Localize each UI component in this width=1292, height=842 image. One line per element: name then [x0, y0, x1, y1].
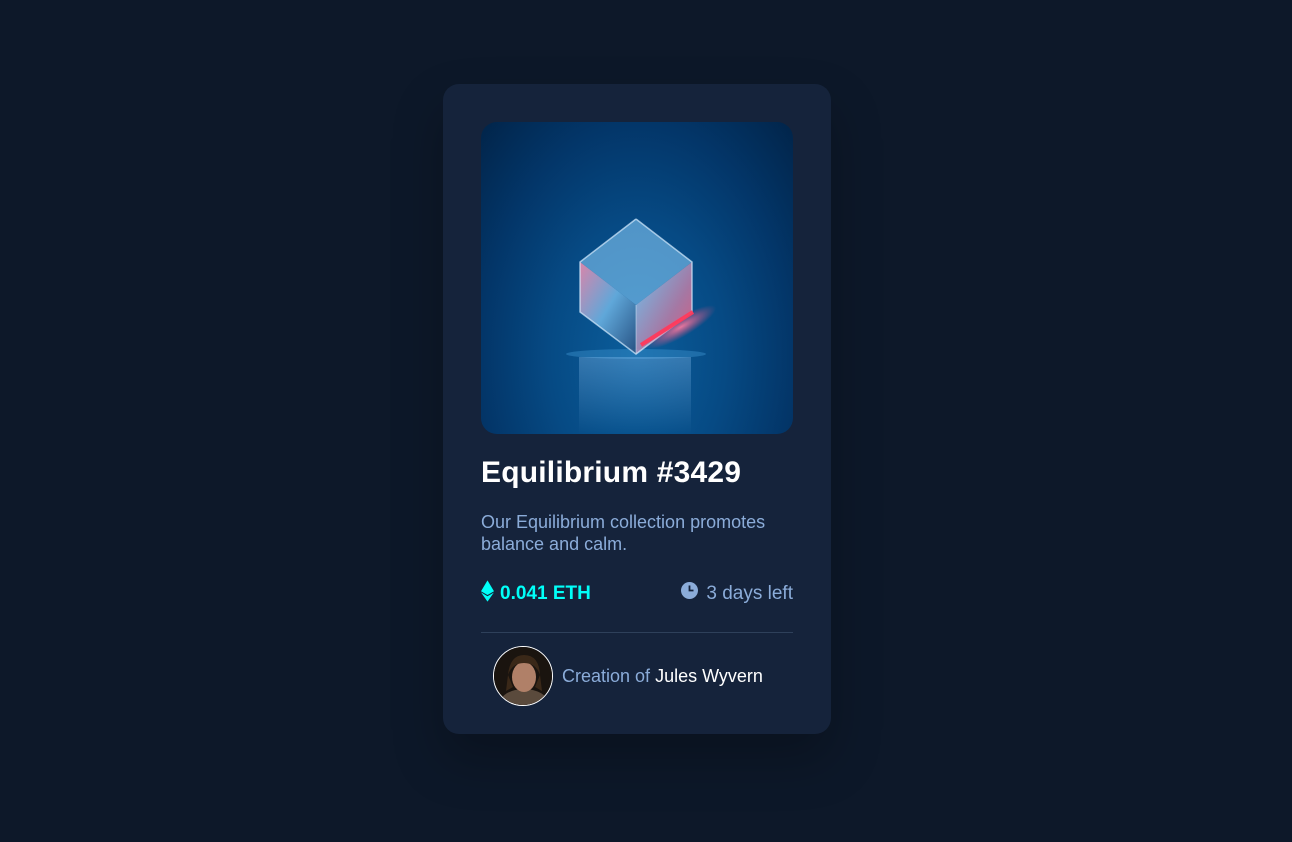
creator-name[interactable]: Jules Wyvern — [655, 666, 763, 687]
time-left: 3 days left — [681, 582, 793, 605]
card-description: Our Equilibrium collection promotes bala… — [481, 512, 766, 554]
avatar — [493, 646, 553, 706]
card-title[interactable]: Equilibrium #3429 — [481, 456, 741, 490]
nft-image[interactable] — [481, 122, 793, 434]
creator: Creation of Jules Wyvern — [493, 646, 763, 706]
clock-icon — [681, 582, 706, 605]
divider — [481, 632, 793, 633]
price-value: 0.041 ETH — [500, 583, 591, 604]
time-left-value: 3 days left — [706, 582, 793, 604]
nft-card: Equilibrium #3429 Our Equilibrium collec… — [443, 84, 831, 734]
price: 0.041 ETH — [481, 580, 591, 608]
creator-prefix: Creation of — [562, 665, 651, 686]
ethereum-icon — [481, 580, 500, 608]
